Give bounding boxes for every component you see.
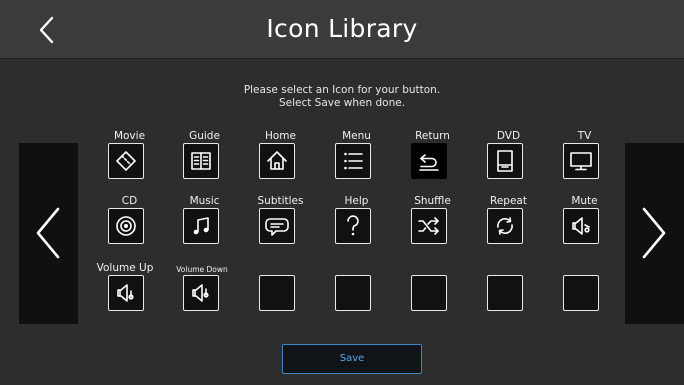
menu-list-button[interactable] bbox=[335, 143, 371, 179]
return-arrow-icon bbox=[419, 154, 439, 171]
icon-option-label: Volume Down bbox=[176, 265, 228, 274]
subtitles-bubble-button[interactable] bbox=[259, 208, 295, 244]
volume-up-speaker-icon bbox=[117, 284, 134, 302]
header-bar: Icon Library bbox=[0, 0, 684, 59]
page-title: Icon Library bbox=[266, 14, 418, 43]
icon-option-label: CD bbox=[121, 195, 138, 207]
volume-down-speaker-icon bbox=[192, 284, 209, 302]
icon-option-label: Subtitles bbox=[257, 195, 304, 207]
next-page-button[interactable] bbox=[625, 143, 684, 324]
icon-option-label: Mute bbox=[571, 195, 598, 207]
shuffle-icon bbox=[418, 217, 439, 235]
icon-option-label: Menu bbox=[342, 130, 371, 142]
subtitles-bubble-icon bbox=[265, 218, 289, 236]
home-button[interactable] bbox=[259, 143, 295, 179]
return-arrow-button[interactable] bbox=[411, 143, 447, 179]
volume-up-speaker-button[interactable] bbox=[108, 275, 144, 311]
home-icon bbox=[267, 151, 287, 170]
help-question-button[interactable] bbox=[335, 208, 371, 244]
repeat-button[interactable] bbox=[487, 208, 523, 244]
tv-monitor-icon bbox=[570, 152, 592, 171]
tv-monitor-button[interactable] bbox=[563, 143, 599, 179]
cd-disc-icon bbox=[116, 216, 136, 236]
empty-icon-slot[interactable] bbox=[411, 275, 447, 311]
icon-option-label: DVD bbox=[496, 130, 521, 142]
empty-icon-slot[interactable] bbox=[487, 275, 523, 311]
icon-option-label: Music bbox=[189, 195, 220, 207]
icon-option-label: TV bbox=[577, 130, 592, 142]
empty-icon-slot[interactable] bbox=[259, 275, 295, 311]
shuffle-button[interactable] bbox=[411, 208, 447, 244]
dvd-player-icon bbox=[497, 150, 513, 172]
empty-icon-slot[interactable] bbox=[563, 275, 599, 311]
music-note-icon bbox=[193, 217, 209, 235]
icon-option-label: Guide bbox=[189, 130, 220, 142]
guide-book-button[interactable] bbox=[183, 143, 219, 179]
instructions-line-1: Please select an Icon for your button. bbox=[243, 84, 441, 96]
icon-option-label: Volume Up bbox=[96, 262, 154, 274]
movie-ticket-icon bbox=[116, 151, 136, 171]
instructions: Please select an Icon for your button. S… bbox=[0, 84, 684, 110]
empty-icon-slot[interactable] bbox=[335, 275, 371, 311]
repeat-icon bbox=[497, 217, 513, 235]
cd-disc-button[interactable] bbox=[108, 208, 144, 244]
icon-option-label: Repeat bbox=[490, 195, 527, 207]
chevron-left-icon bbox=[36, 207, 60, 259]
save-button[interactable]: Save bbox=[282, 344, 422, 374]
volume-down-speaker-button[interactable] bbox=[183, 275, 219, 311]
icon-option-label: Return bbox=[415, 130, 450, 142]
instructions-line-2: Select Save when done. bbox=[278, 97, 406, 109]
guide-book-icon bbox=[191, 152, 211, 170]
previous-page-button[interactable] bbox=[19, 143, 78, 324]
icon-option-label: Movie bbox=[113, 130, 146, 142]
icon-option-label: Shuffle bbox=[414, 195, 451, 207]
menu-list-icon bbox=[344, 152, 363, 170]
mute-speaker-button[interactable] bbox=[563, 208, 599, 244]
mute-speaker-icon bbox=[572, 217, 590, 235]
chevron-right-icon bbox=[642, 207, 666, 259]
music-note-button[interactable] bbox=[183, 208, 219, 244]
help-question-icon bbox=[347, 215, 359, 236]
dvd-player-button[interactable] bbox=[487, 143, 523, 179]
icon-option-label: Home bbox=[264, 130, 296, 142]
movie-ticket-button[interactable] bbox=[108, 143, 144, 179]
icon-option-label: Help bbox=[344, 195, 369, 207]
